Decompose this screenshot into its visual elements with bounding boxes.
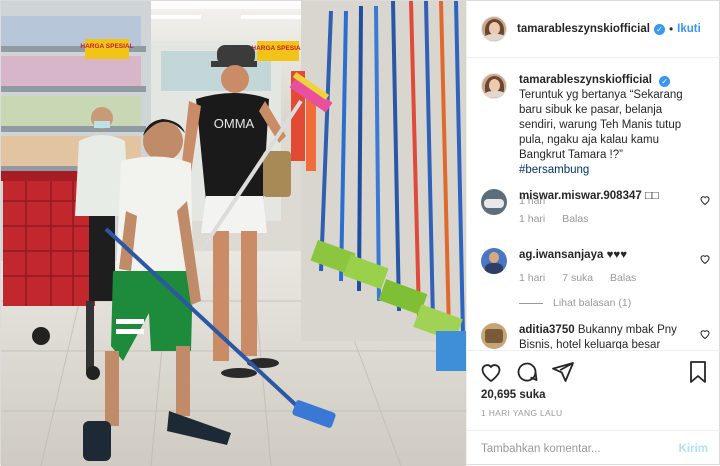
view-replies-label: Lihat balasan (1) (553, 297, 632, 309)
view-replies-button[interactable]: Lihat balasan (1) (519, 296, 697, 311)
like-comment-heart-icon[interactable] (699, 328, 711, 340)
commenter-avatar[interactable] (481, 323, 507, 349)
sign-right-text: HARGA SPESIAL (251, 45, 304, 52)
comment-text: ♥♥♥ (606, 249, 628, 261)
follow-button[interactable]: Ikuti (677, 23, 701, 35)
comment-likes[interactable]: 7 suka (562, 272, 593, 284)
bookmark-icon[interactable] (688, 360, 708, 384)
comment-username[interactable]: aditia3750 (519, 324, 575, 336)
commenter-avatar[interactable] (481, 248, 507, 274)
add-comment-bar: Kirim (467, 430, 720, 466)
likes-count[interactable]: 20,695 suka (481, 389, 546, 401)
caption-avatar[interactable] (481, 73, 507, 99)
share-icon[interactable] (551, 360, 575, 384)
comment-username[interactable]: ag.iwansanjaya (519, 249, 603, 261)
heart-icon[interactable] (479, 360, 503, 384)
author-avatar[interactable] (481, 16, 507, 42)
post-comment-button[interactable]: Kirim (679, 443, 708, 455)
caption-username[interactable]: tamarableszynskiofficial (519, 74, 652, 86)
post-actions: 20,695 suka 1 HARI YANG LALU (467, 350, 720, 430)
comment-text: □□ (644, 190, 659, 202)
caption-verified-icon: ✓ (659, 76, 671, 87)
post-date[interactable]: 1 HARI YANG LALU (481, 408, 563, 418)
like-comment-heart-icon[interactable] (699, 194, 711, 206)
caption-hashtag[interactable]: #bersambung (519, 164, 589, 176)
author-username[interactable]: tamarableszynskiofficial (517, 23, 650, 35)
comment-item: ag.iwansanjaya ♥♥♥ 1 hari 7 suka Balas L… (481, 248, 711, 311)
comment-icon[interactable] (515, 360, 539, 384)
comment-time[interactable]: 1 hari (519, 213, 545, 225)
caption-text: Teruntuk yg bertanya “Sekarang baru sibu… (519, 89, 683, 161)
comment-item: aditia3750 Bukanny mbak Pny Bisnis, hote… (481, 323, 711, 349)
post-frame: HARGA SPESIAL HARGA SPESIAL OMMA tamarab… (0, 0, 720, 466)
post-sidebar: tamarableszynskiofficial ✓ • Ikuti tamar… (466, 1, 720, 466)
post-header: tamarableszynskiofficial ✓ • Ikuti (467, 1, 720, 58)
comment-item: miswar.miswar.908347 □□ 1 hari Balas (481, 189, 711, 227)
comment-input[interactable] (481, 442, 661, 455)
commenter-avatar[interactable] (481, 189, 507, 215)
reply-button[interactable]: Balas (562, 213, 588, 225)
comment-username[interactable]: miswar.miswar.908347 (519, 190, 642, 202)
separator-dot: • (668, 22, 674, 36)
comments-section[interactable]: tamarableszynskiofficial ✓ Teruntuk yg b… (467, 59, 720, 349)
reply-button[interactable]: Balas (610, 272, 636, 284)
shirt-text: OMMA (214, 116, 255, 131)
sign-left-text: HARGA SPESIAL (80, 43, 133, 50)
verified-badge-icon: ✓ (653, 23, 665, 35)
post-photo-illustration: HARGA SPESIAL HARGA SPESIAL OMMA (1, 1, 466, 466)
like-comment-heart-icon[interactable] (699, 253, 711, 265)
comment-time[interactable]: 1 hari (519, 272, 545, 284)
post-photo[interactable]: HARGA SPESIAL HARGA SPESIAL OMMA (1, 1, 466, 466)
